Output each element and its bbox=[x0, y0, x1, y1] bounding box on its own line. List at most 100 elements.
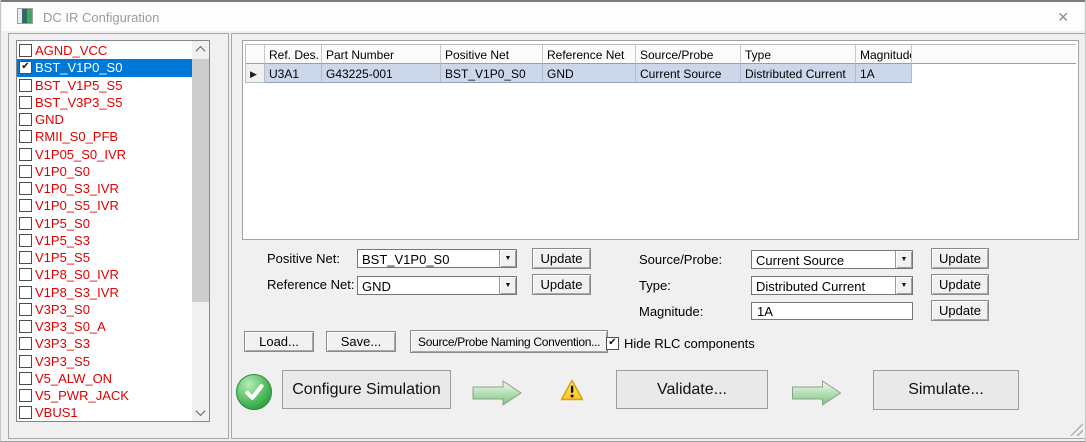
validate-button[interactable]: Validate... bbox=[616, 370, 768, 409]
chevron-down-icon[interactable]: ▼ bbox=[895, 251, 912, 268]
net-list-item[interactable]: V1P0_S5_IVR bbox=[17, 197, 192, 214]
net-checkbox[interactable] bbox=[19, 216, 32, 230]
net-list-item[interactable]: V1P0_S3_IVR bbox=[17, 180, 192, 197]
configure-simulation-button[interactable]: Configure Simulation bbox=[282, 370, 451, 409]
simulate-button[interactable]: Simulate... bbox=[873, 370, 1019, 410]
net-checkbox[interactable] bbox=[19, 95, 32, 109]
net-list-item[interactable]: V5_ALW_ON bbox=[17, 370, 192, 387]
net-list-item[interactable]: ✔ BST_V1P0_S0 bbox=[17, 59, 192, 77]
net-list-item[interactable]: V1P5_S0 bbox=[17, 215, 192, 232]
table-cell[interactable]: 1A bbox=[856, 64, 912, 83]
column-header[interactable]: Ref. Des. bbox=[265, 45, 322, 64]
net-list-item[interactable]: V1P05_S0_IVR bbox=[17, 146, 192, 163]
table-cell[interactable]: BST_V1P0_S0 bbox=[441, 64, 543, 83]
column-header[interactable]: Reference Net bbox=[543, 45, 636, 64]
net-list-item[interactable]: V1P8_S0_IVR bbox=[17, 266, 192, 283]
app-icon bbox=[17, 8, 33, 24]
positive-net-combo[interactable]: BST_V1P0_S0 ▼ bbox=[357, 249, 517, 268]
warning-icon bbox=[560, 376, 584, 409]
net-label: V1P05_S0_IVR bbox=[35, 146, 127, 162]
net-list-item[interactable]: AGND_VCC bbox=[17, 42, 192, 59]
net-checkbox[interactable] bbox=[19, 199, 32, 213]
table-cell[interactable]: U3A1 bbox=[265, 64, 322, 83]
net-checkbox[interactable] bbox=[19, 285, 32, 299]
column-header[interactable]: Type bbox=[741, 45, 856, 64]
net-checkbox[interactable] bbox=[19, 233, 32, 247]
net-list-item[interactable]: V1P5_S3 bbox=[17, 232, 192, 249]
type-combo[interactable]: Distributed Current ▼ bbox=[751, 276, 913, 295]
scrollbar-thumb[interactable] bbox=[192, 59, 209, 302]
net-list-item[interactable]: V3P3_S5 bbox=[17, 353, 192, 370]
column-header[interactable]: Positive Net bbox=[441, 45, 543, 64]
net-list-item[interactable]: V1P8_S3_IVR bbox=[17, 284, 192, 301]
net-label: GND bbox=[35, 112, 64, 128]
net-checkbox[interactable] bbox=[19, 251, 32, 265]
update-reference-net-button[interactable]: Update bbox=[532, 274, 591, 295]
scroll-down-button[interactable] bbox=[192, 404, 209, 421]
net-list: AGND_VCC ✔ BST_V1P0_S0 BST_V1P5_S5 BST_V3P3_… bbox=[16, 40, 210, 422]
net-checkbox[interactable] bbox=[19, 268, 32, 282]
net-checkbox[interactable] bbox=[19, 406, 32, 420]
table-cell[interactable]: Distributed Current bbox=[741, 64, 856, 83]
net-list-item[interactable]: V5_PWR_JACK bbox=[17, 387, 192, 404]
net-list-item[interactable]: V3P3_S3 bbox=[17, 335, 192, 352]
net-list-item[interactable]: BST_V1P5_S5 bbox=[17, 77, 192, 94]
chevron-down-icon[interactable]: ▼ bbox=[895, 277, 912, 294]
net-checkbox[interactable]: ✔ bbox=[19, 61, 32, 75]
source-probe-label: Source/Probe: bbox=[639, 252, 723, 267]
net-checkbox[interactable] bbox=[19, 78, 32, 92]
net-list-item[interactable]: GND bbox=[17, 111, 192, 128]
dc-ir-configuration-dialog: DC IR Configuration ✕ AGND_VCC ✔ BST_V1P0_… bbox=[0, 0, 1086, 442]
magnitude-input[interactable]: 1A bbox=[751, 302, 913, 320]
close-icon[interactable]: ✕ bbox=[1057, 9, 1069, 26]
net-checkbox[interactable] bbox=[19, 320, 32, 334]
source-probe-combo[interactable]: Current Source ▼ bbox=[751, 250, 913, 269]
column-header[interactable]: Part Number bbox=[322, 45, 441, 64]
net-checkbox[interactable] bbox=[19, 182, 32, 196]
net-checkbox[interactable] bbox=[19, 113, 32, 127]
naming-convention-button[interactable]: Source/Probe Naming Convention... bbox=[410, 330, 609, 353]
column-header[interactable]: Magnitude bbox=[856, 45, 912, 64]
row-pointer-icon: ▶ bbox=[246, 64, 265, 83]
update-source-probe-button[interactable]: Update bbox=[931, 248, 989, 269]
net-list-item[interactable]: V3P3_S0 bbox=[17, 301, 192, 318]
update-type-button[interactable]: Update bbox=[931, 274, 989, 295]
net-list-scrollbar[interactable] bbox=[192, 41, 209, 421]
net-label: V3P3_S0_A bbox=[35, 319, 106, 335]
net-list-item[interactable]: V1P0_S0 bbox=[17, 163, 192, 180]
table-cell[interactable]: Current Source bbox=[636, 64, 741, 83]
chevron-down-icon[interactable]: ▼ bbox=[499, 277, 516, 294]
hide-rlc-checkbox[interactable]: ✔ bbox=[606, 337, 619, 350]
net-label: V3P3_S3 bbox=[35, 336, 90, 352]
net-label: AGND_VCC bbox=[35, 43, 108, 59]
net-checkbox[interactable] bbox=[19, 164, 32, 178]
flow-arrow-icon bbox=[472, 380, 522, 411]
net-checkbox[interactable] bbox=[19, 354, 32, 368]
column-header[interactable]: Source/Probe bbox=[636, 45, 741, 64]
net-list-item[interactable]: BST_V3P3_S5 bbox=[17, 94, 192, 111]
net-checkbox[interactable] bbox=[19, 337, 32, 351]
chevron-down-icon[interactable]: ▼ bbox=[499, 250, 516, 267]
save-button[interactable]: Save... bbox=[326, 331, 396, 352]
table-row[interactable]: ▶ U3A1 G43225-001 BST_V1P0_S0 GND Current Sou… bbox=[246, 64, 1076, 83]
reference-net-combo[interactable]: GND ▼ bbox=[357, 276, 517, 295]
update-positive-net-button[interactable]: Update bbox=[532, 248, 591, 269]
update-magnitude-button[interactable]: Update bbox=[931, 300, 989, 321]
scroll-up-button[interactable] bbox=[192, 41, 209, 58]
net-checkbox[interactable] bbox=[19, 302, 32, 316]
resize-grip[interactable] bbox=[1070, 423, 1083, 436]
net-list-item[interactable]: V3P3_S0_A bbox=[17, 318, 192, 335]
net-checkbox[interactable] bbox=[19, 389, 32, 403]
net-checkbox[interactable] bbox=[19, 147, 32, 161]
reference-net-label: Reference Net: bbox=[267, 277, 355, 292]
load-button[interactable]: Load... bbox=[244, 331, 314, 352]
net-list-item[interactable]: RMII_S0_PFB bbox=[17, 128, 192, 145]
net-list-item[interactable]: VBUS1 bbox=[17, 404, 192, 420]
net-checkbox[interactable] bbox=[19, 371, 32, 385]
net-checkbox[interactable] bbox=[19, 44, 32, 58]
net-checkbox[interactable] bbox=[19, 130, 32, 144]
table-cell[interactable]: GND bbox=[543, 64, 636, 83]
net-label: VBUS1 bbox=[35, 405, 78, 420]
net-list-item[interactable]: V1P5_S5 bbox=[17, 249, 192, 266]
table-cell[interactable]: G43225-001 bbox=[322, 64, 441, 83]
